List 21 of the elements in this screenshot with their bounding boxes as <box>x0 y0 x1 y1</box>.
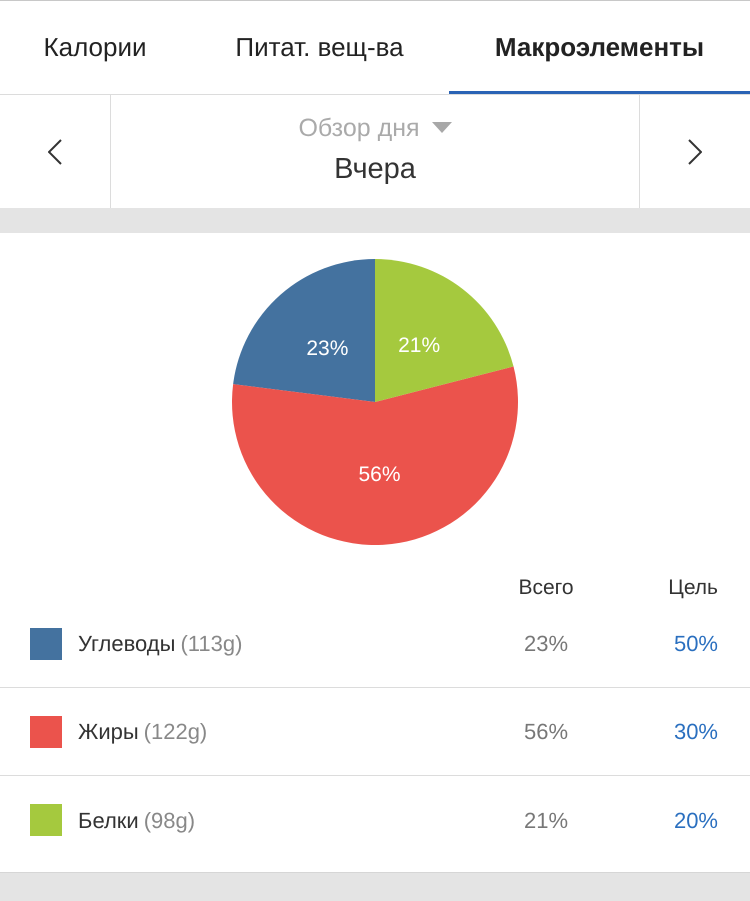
chevron-right-icon <box>688 138 702 164</box>
date-label: Вчера <box>334 152 416 186</box>
caret-down-icon <box>432 122 452 133</box>
macro-name: Жиры <box>78 718 139 746</box>
macro-name: Углеводы <box>78 630 176 658</box>
goal-percent: 30% <box>674 719 718 744</box>
percent-label: 23% <box>306 337 348 360</box>
chevron-left-icon <box>48 138 62 164</box>
percent-label: 56% <box>358 462 401 486</box>
goal-percent: 50% <box>674 631 718 656</box>
total-percent: 21% <box>524 808 568 832</box>
column-header: Всего <box>518 576 574 598</box>
percent-label: 21% <box>398 334 440 358</box>
macro-amount: (98g) <box>144 806 196 835</box>
total-percent: 56% <box>524 719 568 744</box>
goal-percent: 20% <box>674 808 718 832</box>
macro-amount: (113g) <box>180 630 242 658</box>
total-percent: 23% <box>524 631 568 656</box>
macro-name: Белки <box>78 806 139 834</box>
macro-amount: (122g) <box>144 718 208 746</box>
column-header: Цель <box>668 576 718 598</box>
